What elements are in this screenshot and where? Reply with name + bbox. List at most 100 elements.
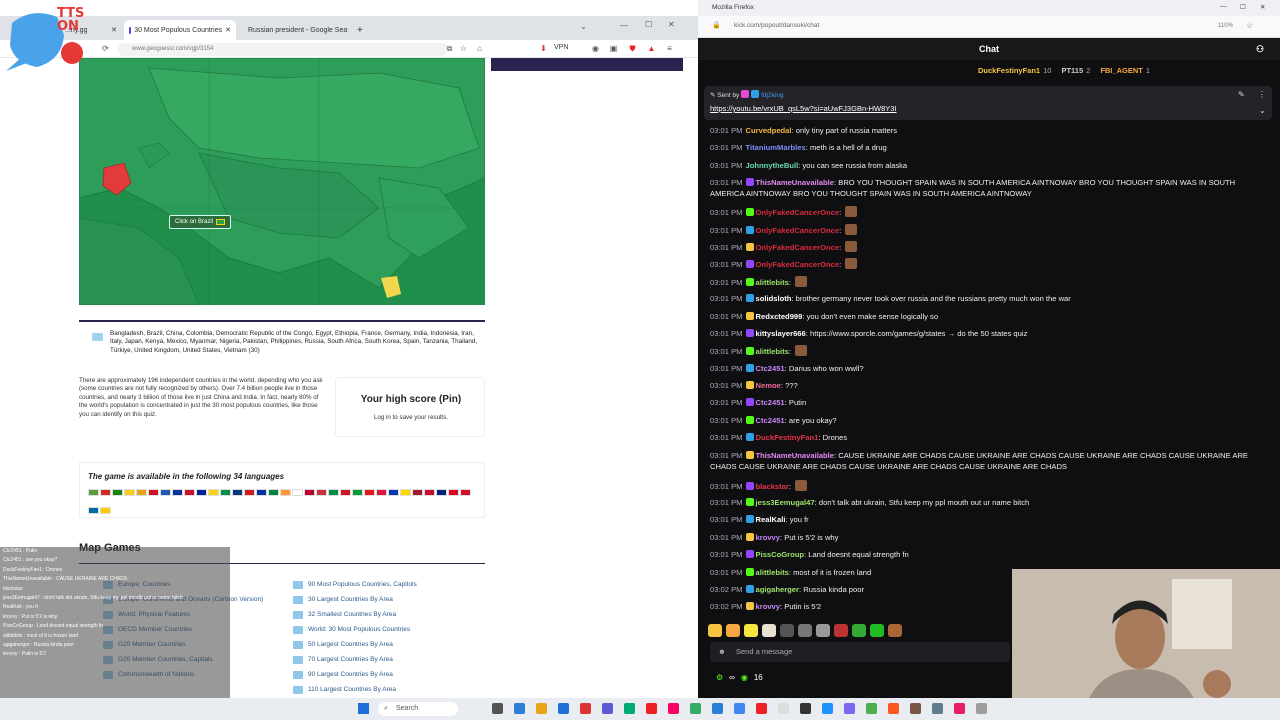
map-game-link[interactable]: 90 Most Populous Countries, Capitols <box>293 577 417 592</box>
language-flag-icon[interactable] <box>136 489 147 496</box>
language-flag-icon[interactable] <box>100 507 111 514</box>
language-flag-icon[interactable] <box>340 489 351 496</box>
language-flag-icon[interactable] <box>304 489 315 496</box>
language-flag-icon[interactable] <box>388 489 399 496</box>
language-flag-icon[interactable] <box>172 489 183 496</box>
map-game-link[interactable]: World: 30 Most Populous Countries <box>293 622 410 637</box>
language-flag-icon[interactable] <box>328 489 339 496</box>
emote-icon[interactable] <box>708 624 722 637</box>
message-username[interactable]: OnlyFakedCancerOnce <box>756 226 840 235</box>
message-username[interactable]: TitaniumMarbles <box>746 143 806 152</box>
message-username[interactable]: OnlyFakedCancerOnce <box>756 208 840 217</box>
share-icon[interactable]: ⧉ <box>444 43 455 54</box>
zoom-level[interactable]: 110% <box>1218 23 1233 29</box>
chevron-down-icon[interactable]: ⌄ <box>580 22 587 31</box>
bookmark-icon[interactable]: ☆ <box>1246 21 1253 30</box>
language-flag-icon[interactable] <box>88 507 99 514</box>
taskbar-app-icon[interactable] <box>932 703 943 714</box>
language-flag-icon[interactable] <box>124 489 135 496</box>
language-flag-icon[interactable] <box>268 489 279 496</box>
message-username[interactable]: Redxcted999 <box>756 312 803 321</box>
leaderboard-entry[interactable]: PT115 2 <box>1061 66 1090 75</box>
language-flag-icon[interactable] <box>412 489 423 496</box>
emoji-icon[interactable]: ☻ <box>718 642 726 662</box>
taskbar-app-icon[interactable] <box>668 703 679 714</box>
taskbar-app-icon[interactable] <box>602 703 613 714</box>
firefox-url[interactable]: kick.com/popout/dansuki/chat <box>734 22 819 29</box>
language-flag-icon[interactable] <box>112 489 123 496</box>
message-username[interactable]: DuckFestinyFan1 <box>756 433 819 442</box>
download-icon[interactable]: ⬇ <box>538 43 549 54</box>
menu-icon[interactable]: ≡ <box>664 43 675 54</box>
language-flag-icon[interactable] <box>196 489 207 496</box>
emote-icon[interactable] <box>816 624 830 637</box>
language-flag-icon[interactable] <box>160 489 171 496</box>
tab-3[interactable]: Russian president - Google Sea✕ <box>240 20 350 40</box>
message-username[interactable]: Ctc2451 <box>756 364 785 373</box>
taskbar-app-icon[interactable] <box>690 703 701 714</box>
message-username[interactable]: OnlyFakedCancerOnce <box>756 260 840 269</box>
message-username[interactable]: ThisNameUnavailable <box>756 451 835 460</box>
more-icon[interactable]: ⋮ <box>1258 90 1266 99</box>
message-username[interactable]: jess3Eemugal47 <box>756 498 815 507</box>
chevron-down-icon[interactable]: ⌄ <box>1259 106 1266 115</box>
taskbar-app-icon[interactable] <box>536 703 547 714</box>
taskbar-app-icon[interactable] <box>624 703 635 714</box>
pinned-link[interactable]: https://youtu.be/vrxUB_qsL5w?si=aUwFJ3GB… <box>710 104 897 113</box>
window-close-icon[interactable]: ✕ <box>668 20 675 29</box>
map-game-link[interactable]: 90 Largest Countries By Area <box>293 667 393 682</box>
reload-icon[interactable]: ⟳ <box>100 43 111 54</box>
login-link[interactable]: Log in to save your results. <box>336 414 486 421</box>
language-flag-icon[interactable] <box>100 489 111 496</box>
language-flag-icon[interactable] <box>448 489 459 496</box>
message-username[interactable]: solidsloth <box>756 294 792 303</box>
leaderboard-entry[interactable]: FBI_AGENT 1 <box>1100 66 1150 75</box>
emote-icon[interactable] <box>762 624 776 637</box>
language-flag-icon[interactable] <box>148 489 159 496</box>
settings-icon[interactable]: ⚙ <box>716 673 723 682</box>
taskbar-app-icon[interactable] <box>558 703 569 714</box>
language-flag-icon[interactable] <box>232 489 243 496</box>
profile-icon[interactable]: ◉ <box>590 43 601 54</box>
rewards-icon[interactable]: ▲ <box>646 43 657 54</box>
message-username[interactable]: Curvedpedal <box>746 126 792 135</box>
window-close-icon[interactable]: ✕ <box>1260 3 1265 11</box>
pinned-by-user[interactable]: fdj2king <box>761 92 783 99</box>
emote-icon[interactable] <box>744 624 758 637</box>
taskbar-app-icon[interactable] <box>800 703 811 714</box>
map-game-link[interactable]: 32 Smallest Countries By Area <box>293 607 396 622</box>
maximize-icon[interactable]: ☐ <box>1240 3 1246 11</box>
language-flag-icon[interactable] <box>256 489 267 496</box>
language-flag-icon[interactable] <box>316 489 327 496</box>
language-flag-icon[interactable] <box>424 489 435 496</box>
tab-2-active[interactable]: 30 Most Populous Countries ✕ <box>124 20 236 40</box>
language-flag-icon[interactable] <box>208 489 219 496</box>
language-flag-icon[interactable] <box>400 489 411 496</box>
message-username[interactable]: RealKali <box>756 515 786 524</box>
minimize-icon[interactable]: — <box>1220 3 1227 10</box>
map-game-link[interactable]: 110 Largest Countries By Area <box>293 682 396 697</box>
taskbar-search[interactable]: ⌕ Search <box>378 702 458 716</box>
message-username[interactable]: Ctc2451 <box>756 416 785 425</box>
message-username[interactable]: JohnnytheBull <box>746 161 799 170</box>
unpin-icon[interactable]: ✎ <box>1238 90 1245 99</box>
language-flag-icon[interactable] <box>244 489 255 496</box>
taskbar-app-icon[interactable] <box>954 703 965 714</box>
message-username[interactable]: krovvy <box>756 533 781 542</box>
language-flag-icon[interactable] <box>88 489 99 496</box>
language-flag-icon[interactable] <box>460 489 471 496</box>
message-username[interactable]: OnlyFakedCancerOnce <box>756 243 840 252</box>
taskbar-app-icon[interactable] <box>514 703 525 714</box>
taskbar-app-icon[interactable] <box>756 703 767 714</box>
world-map[interactable]: Click on Brazil <box>79 58 485 305</box>
taskbar-app-icon[interactable] <box>910 703 921 714</box>
new-tab-button[interactable]: + <box>352 20 368 40</box>
taskbar-app-icon[interactable] <box>734 703 745 714</box>
message-username[interactable]: Nemoe <box>756 381 781 390</box>
chat-input[interactable]: ☻ Send a message <box>710 642 1010 662</box>
emote-icon[interactable] <box>726 624 740 637</box>
taskbar-app-icon[interactable] <box>822 703 833 714</box>
message-username[interactable]: kittyslayer666 <box>756 329 806 338</box>
taskbar-app-icon[interactable] <box>844 703 855 714</box>
emote-icon[interactable] <box>888 624 902 637</box>
